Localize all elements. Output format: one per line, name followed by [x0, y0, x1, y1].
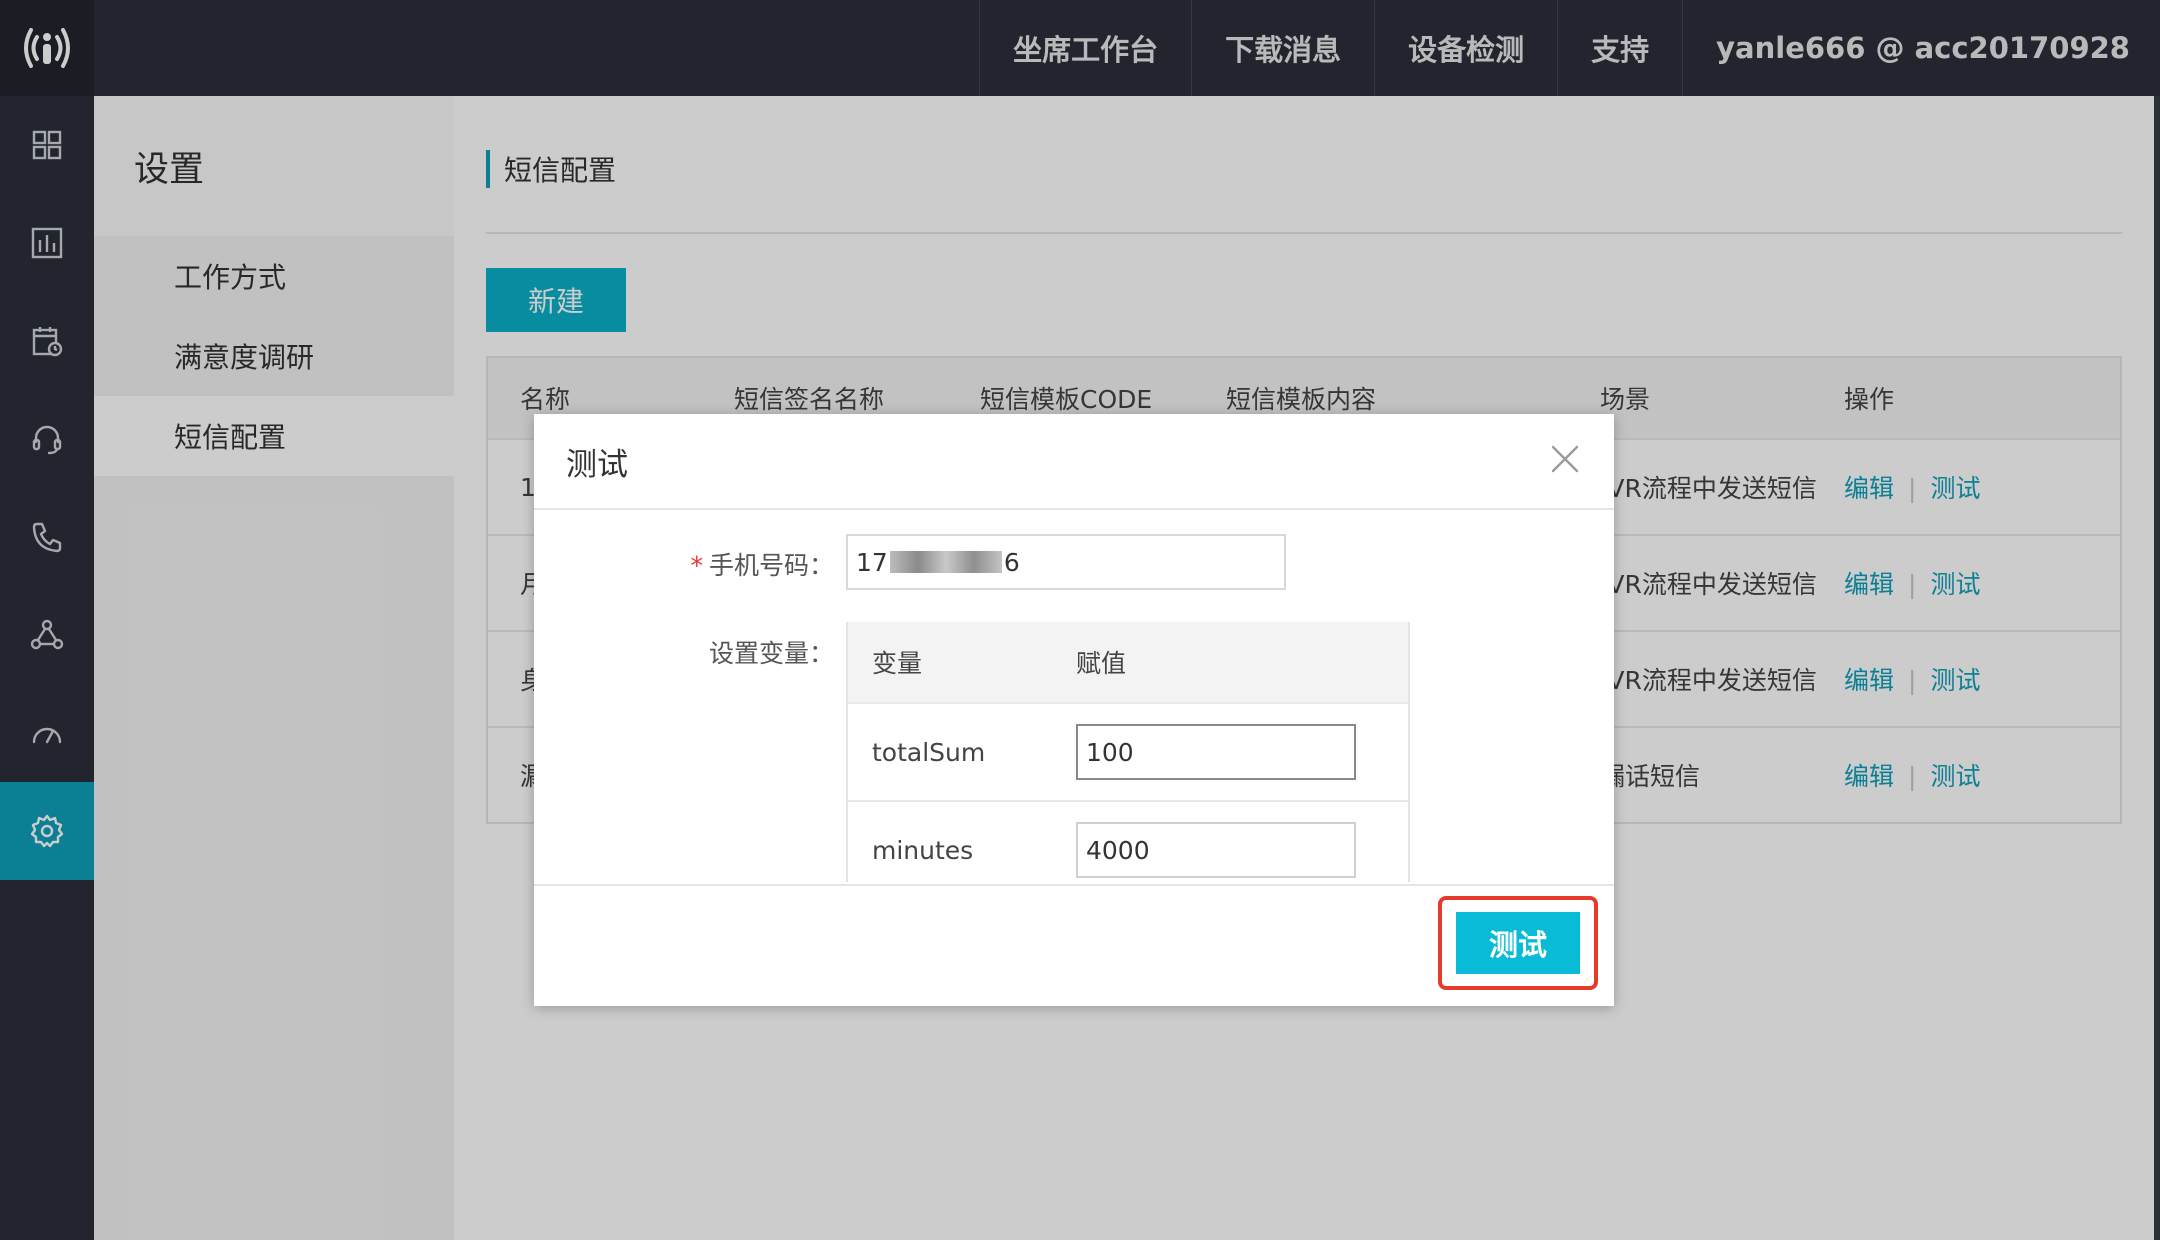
- redacted-digits: [889, 551, 1002, 573]
- phone-prefix: 17: [856, 547, 888, 577]
- variable-row: totalSum 100: [848, 702, 1408, 800]
- test-submit-button[interactable]: 测试: [1456, 912, 1580, 974]
- variable-name: minutes: [872, 835, 974, 865]
- dialog-footer: 测试: [534, 884, 1614, 1006]
- dialog-title: 测试: [566, 446, 628, 483]
- var-col-value: 赋值: [1076, 649, 1127, 678]
- dialog-header: 测试: [534, 414, 1614, 510]
- phone-suffix: 6: [1003, 547, 1020, 577]
- variables-label: 设置变量：: [708, 639, 834, 668]
- var-col-name: 变量: [872, 649, 923, 678]
- variable-row: minutes 4000: [848, 800, 1408, 882]
- phone-input[interactable]: 17 6: [846, 534, 1286, 590]
- variable-name: totalSum: [872, 737, 986, 767]
- variables-table: 变量 赋值 totalSum 100 minutes 4000: [846, 622, 1410, 882]
- close-icon[interactable]: [1550, 444, 1580, 474]
- variable-value-input[interactable]: 4000: [1076, 822, 1356, 878]
- phone-label: * 手机号码：: [690, 551, 834, 580]
- variable-value-input[interactable]: 100: [1076, 724, 1356, 780]
- variables-header: 变量 赋值: [848, 622, 1408, 702]
- test-sms-dialog: 测试 * 手机号码： 17 6 设置变量： 变量 赋值 totalSum 100 m…: [534, 414, 1614, 1006]
